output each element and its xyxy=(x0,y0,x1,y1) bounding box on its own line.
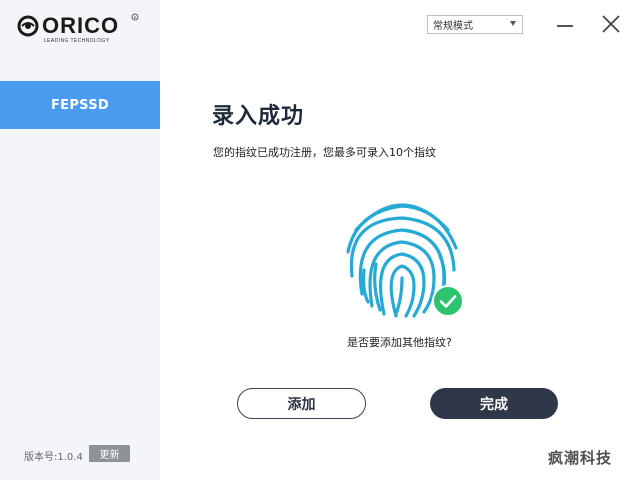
svg-text:ORICO: ORICO xyxy=(42,13,119,38)
app-window: ORICO LEADING TECHNOLOGY R FEPSSD 版本号:1.… xyxy=(0,0,640,480)
watermark: 疯潮科技 xyxy=(548,449,613,467)
update-button[interactable]: 更新 xyxy=(89,445,130,462)
sidebar-item-label: FEPSSD xyxy=(50,97,110,113)
mode-select[interactable]: 常规模式 xyxy=(427,15,523,34)
close-icon xyxy=(602,15,620,33)
done-button[interactable]: 完成 xyxy=(430,388,558,419)
minimize-button[interactable] xyxy=(554,14,576,36)
mode-select-value: 常规模式 xyxy=(433,21,473,32)
chevron-down-icon xyxy=(510,21,516,26)
add-more-question: 是否要添加其他指纹? xyxy=(347,336,452,349)
page-title: 录入成功 xyxy=(212,104,305,129)
version-label: 版本号:1.0.4 xyxy=(24,452,83,463)
svg-text:R: R xyxy=(134,15,137,20)
close-button[interactable] xyxy=(600,13,622,35)
orico-logo: ORICO LEADING TECHNOLOGY R xyxy=(16,12,146,44)
sidebar: ORICO LEADING TECHNOLOGY R FEPSSD 版本号:1.… xyxy=(0,0,160,480)
svg-text:LEADING TECHNOLOGY: LEADING TECHNOLOGY xyxy=(44,38,110,44)
sidebar-item-fepssd[interactable]: FEPSSD xyxy=(0,81,160,129)
checkmark-icon xyxy=(432,285,464,317)
page-subtitle: 您的指纹已成功注册，您最多可录入10个指纹 xyxy=(213,146,436,159)
add-fingerprint-button[interactable]: 添加 xyxy=(237,388,366,419)
